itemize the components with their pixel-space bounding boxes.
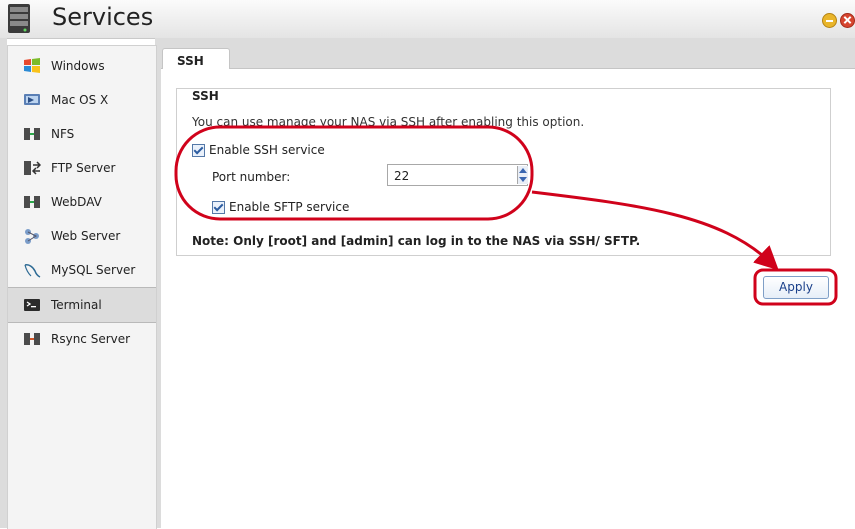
ssh-note: Note: Only [root] and [admin] can log in…: [192, 234, 641, 248]
sidebar-item-label: Terminal: [51, 298, 102, 312]
ssh-description: You can use manage your NAS via SSH afte…: [192, 115, 585, 129]
enable-ssh-row[interactable]: Enable SSH service: [192, 143, 325, 157]
terminal-icon: [24, 299, 40, 311]
sidebar-item-label: Windows: [51, 59, 105, 73]
enable-ssh-checkbox[interactable]: [192, 143, 205, 157]
mysql-icon: [24, 264, 41, 278]
sidebar-item-webdav[interactable]: WebDAV: [8, 185, 156, 219]
minimize-icon[interactable]: [822, 13, 837, 28]
services-sidebar: Windows Mac OS X NFS FTP Server WebDAV W…: [7, 45, 157, 529]
sidebar-item-label: NFS: [51, 127, 75, 141]
window-left-border: [0, 38, 7, 528]
sidebar-item-mysql-server[interactable]: MySQL Server: [8, 253, 156, 287]
web-server-icon: [25, 229, 39, 244]
port-number-spinner[interactable]: [517, 166, 528, 184]
tab-label: SSH: [177, 54, 204, 68]
enable-sftp-row[interactable]: Enable SFTP service: [212, 200, 349, 214]
enable-sftp-label: Enable SFTP service: [229, 200, 350, 214]
mac-icon: [24, 94, 40, 105]
sidebar-item-windows[interactable]: Windows: [8, 49, 156, 83]
close-icon[interactable]: [840, 13, 855, 28]
sidebar-item-label: Rsync Server: [51, 332, 131, 346]
spin-down-icon[interactable]: [519, 177, 527, 182]
tab-bar: [161, 38, 855, 69]
sidebar-item-label: WebDAV: [51, 195, 102, 209]
port-number-input[interactable]: 22: [387, 164, 528, 186]
enable-ssh-label: Enable SSH service: [209, 143, 325, 157]
sidebar-item-mac-os-x[interactable]: Mac OS X: [8, 83, 156, 117]
sidebar-item-label: FTP Server: [51, 161, 116, 175]
ssh-legend: SSH: [188, 89, 223, 103]
tab-ssh[interactable]: SSH: [162, 48, 230, 71]
webdav-icon: [24, 196, 40, 208]
sidebar-item-terminal[interactable]: Terminal: [8, 287, 156, 323]
windows-icon: [24, 58, 40, 73]
sidebar-item-nfs[interactable]: NFS: [8, 117, 156, 151]
nfs-icon: [24, 128, 40, 140]
ftp-icon: [24, 161, 41, 175]
sidebar-item-label: MySQL Server: [51, 263, 136, 277]
sidebar-item-label: Mac OS X: [51, 93, 109, 107]
sidebar-item-web-server[interactable]: Web Server: [8, 219, 156, 253]
window-titlebar: Services: [0, 0, 855, 39]
rsync-icon: [24, 333, 40, 345]
sidebar-item-ftp-server[interactable]: FTP Server: [8, 151, 156, 185]
spin-up-icon[interactable]: [519, 168, 527, 173]
sidebar-item-rsync-server[interactable]: Rsync Server: [8, 322, 156, 356]
window-title: Services: [52, 3, 154, 31]
sidebar-item-label: Web Server: [51, 229, 121, 243]
apply-button[interactable]: Apply: [763, 276, 829, 299]
port-number-label: Port number:: [212, 170, 291, 184]
enable-sftp-checkbox[interactable]: [212, 200, 225, 214]
server-icon: [8, 4, 30, 33]
